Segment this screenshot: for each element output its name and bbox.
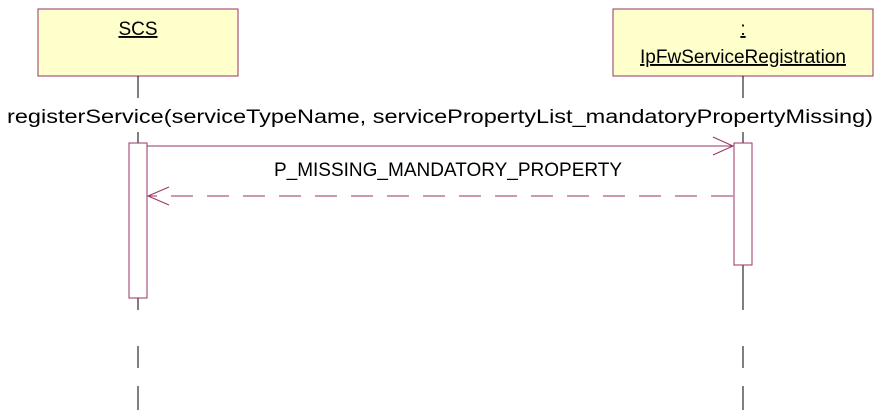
participant-scs-label: SCS: [118, 19, 157, 40]
participant-fw: : IpFwServiceRegistration: [612, 8, 874, 77]
message-register-service-label: registerService(serviceTypeName, service…: [7, 107, 873, 128]
participant-fw-label: IpFwServiceRegistration: [640, 47, 846, 68]
participant-scs: SCS: [37, 8, 239, 77]
sequence-diagram: SCS : IpFwServiceRegistration registerSe…: [7, 8, 874, 410]
message-missing-property-label: P_MISSING_MANDATORY_PROPERTY: [274, 160, 622, 181]
activation-scs: [128, 142, 148, 299]
activation-fw: [733, 142, 753, 266]
participant-fw-colon: :: [740, 19, 745, 40]
message-missing-property: P_MISSING_MANDATORY_PROPERTY: [146, 160, 733, 206]
